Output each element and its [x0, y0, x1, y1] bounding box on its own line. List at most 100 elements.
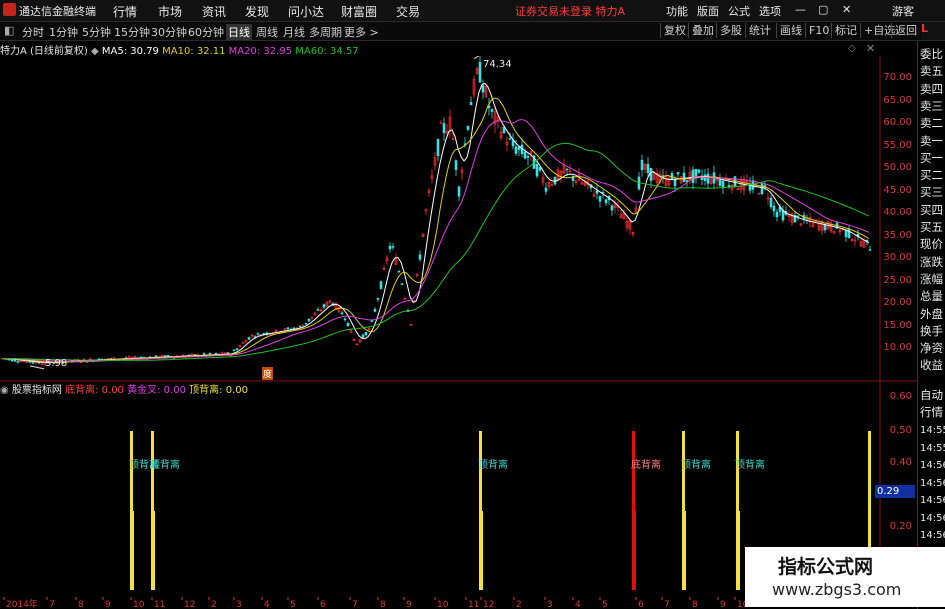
- menu-item-caifuquan[interactable]: 财富圈: [341, 3, 377, 20]
- candle-body: [292, 327, 296, 330]
- minimize-icon[interactable]: —: [795, 3, 806, 16]
- date-label: 2: [516, 600, 522, 609]
- date-label: 3: [236, 600, 242, 609]
- indicator-item-1: 底背离: 0.00: [65, 385, 124, 396]
- guest-label[interactable]: 游客: [892, 3, 914, 19]
- login-notice[interactable]: 证券交易未登录 特力A: [515, 3, 625, 19]
- menu-item-faxian[interactable]: 发现: [245, 3, 269, 20]
- period-1min[interactable]: 1分钟: [49, 24, 78, 40]
- menu-item-gongshi[interactable]: 公式: [728, 3, 750, 19]
- date-label: 12: [184, 600, 195, 609]
- quote-label: 卖三: [920, 98, 943, 113]
- candle-body: [502, 127, 506, 133]
- candle-body: [346, 322, 350, 327]
- candle-body: [535, 163, 539, 177]
- menu-item-gongneng[interactable]: 功能: [666, 3, 688, 19]
- quote-lower-label[interactable]: 行情: [920, 405, 945, 419]
- trade-time: 14:55: [920, 442, 945, 454]
- trade-time: 14:56: [920, 460, 945, 471]
- candle-body: [640, 159, 644, 171]
- candle-body: [16, 361, 20, 363]
- quote-label: 卖二: [920, 116, 943, 131]
- back-button[interactable]: 返回: [891, 23, 920, 38]
- candle-body: [682, 172, 686, 182]
- candle-body: [457, 186, 461, 197]
- price-axis-label: 25.00: [883, 274, 912, 286]
- candle-body: [673, 179, 677, 187]
- quote-label: 买二: [920, 168, 943, 183]
- period-monthly[interactable]: 月线: [283, 24, 305, 40]
- candle-body: [298, 325, 302, 328]
- draw-button[interactable]: 画线: [776, 23, 805, 38]
- kline-chart[interactable]: [0, 56, 917, 597]
- candle-body: [598, 195, 602, 202]
- multi-stock-button[interactable]: 多股: [716, 23, 745, 38]
- event-marker[interactable]: 度: [262, 367, 274, 380]
- candle-body: [373, 309, 377, 312]
- candle-body: [247, 337, 251, 340]
- period-weekly[interactable]: 周线: [256, 24, 278, 40]
- close-icon[interactable]: ✕: [842, 3, 851, 16]
- period-daily[interactable]: 日线: [226, 24, 252, 40]
- f10-button[interactable]: F10: [805, 23, 832, 38]
- period-60min[interactable]: 60分钟: [188, 24, 224, 40]
- period-multi[interactable]: 多周期: [309, 24, 342, 40]
- date-label: 7: [49, 600, 55, 609]
- candle-body: [523, 151, 527, 159]
- fuquan-button[interactable]: 复权: [660, 23, 689, 38]
- price-axis-label: 40.00: [883, 207, 912, 218]
- trade-time: 14:56: [920, 477, 945, 489]
- menu-item-xuanxiang[interactable]: 选项: [759, 3, 781, 19]
- candle-body: [232, 349, 236, 352]
- signal-bar-thick: [682, 511, 686, 590]
- indicator-settings-icon[interactable]: ◉: [0, 385, 9, 396]
- candle-body: [823, 224, 827, 231]
- quote-label: 收益: [920, 358, 943, 373]
- date-label: 6: [320, 600, 326, 609]
- mark-button[interactable]: 标记: [831, 23, 860, 38]
- stats-button[interactable]: 统计: [745, 23, 774, 38]
- menu-item-shichang[interactable]: 市场: [158, 3, 182, 20]
- menu-item-zixun[interactable]: 资讯: [202, 3, 226, 20]
- quote-label: 换手: [920, 323, 943, 338]
- date-label: 11: [154, 600, 165, 609]
- price-axis-label: 20.00: [883, 297, 912, 308]
- candle-body: [466, 126, 470, 130]
- signal-bar-thick: [736, 511, 740, 590]
- period-fenshi[interactable]: 分时: [22, 24, 44, 40]
- period-more[interactable]: 更多 >: [344, 24, 379, 40]
- candle-body: [214, 353, 218, 355]
- menu-item-jiaoyi[interactable]: 交易: [396, 3, 420, 20]
- period-5min[interactable]: 5分钟: [82, 24, 111, 40]
- indicator-info-line: ◉ 股票指标网 底背离: 0.00 黄金叉: 0.00 顶背离: 0.00: [0, 381, 880, 396]
- menu-item-banmian[interactable]: 版面: [697, 3, 719, 19]
- restore-icon[interactable]: ▢: [818, 3, 828, 16]
- collapse-icon[interactable]: ◇: [848, 43, 856, 54]
- close-pane-icon[interactable]: ✕: [866, 42, 875, 55]
- date-label: 5: [290, 600, 296, 609]
- quote-label: 卖一: [920, 133, 943, 148]
- overlay-button[interactable]: 叠加: [688, 23, 717, 38]
- ma20-line: [2, 119, 870, 363]
- toggle-panel-icon[interactable]: ◧: [4, 24, 14, 37]
- period-15min[interactable]: 15分钟: [114, 24, 150, 40]
- candle-body: [379, 281, 383, 289]
- signal-label: 顶背离: [150, 460, 180, 471]
- candle-body: [490, 109, 494, 112]
- signal-label: 底背离: [631, 460, 661, 471]
- candle-body: [691, 169, 695, 183]
- date-label: 10: [133, 600, 145, 609]
- date-label: 9: [406, 600, 412, 609]
- quote-label: 净资: [920, 341, 943, 356]
- menu-item-wenxiaoda[interactable]: 问小达: [288, 3, 324, 20]
- date-label: 4: [575, 600, 581, 609]
- candle-body: [322, 304, 326, 308]
- quote-lower-label[interactable]: 自动: [920, 388, 945, 402]
- period-30min[interactable]: 30分钟: [151, 24, 187, 40]
- candle-body: [418, 254, 422, 260]
- menu-item-hangqing[interactable]: 行情: [113, 3, 137, 20]
- low-price-arrow: [29, 365, 45, 370]
- trade-time: 14:56: [920, 530, 945, 541]
- candle-body: [727, 185, 731, 188]
- candle-body: [304, 322, 308, 325]
